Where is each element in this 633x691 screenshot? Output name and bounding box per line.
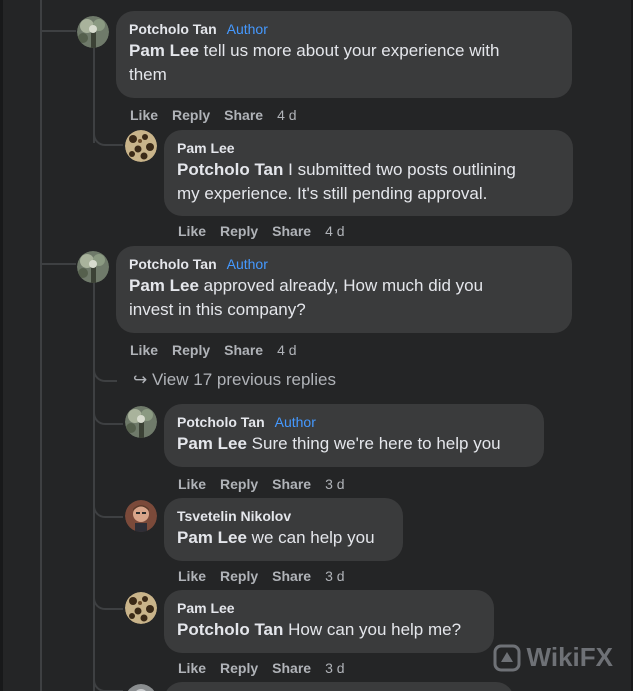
commenter-name[interactable]: Potcholo Tan: [177, 414, 265, 430]
reply-button[interactable]: Reply: [220, 660, 258, 676]
mention-link[interactable]: Pam Lee: [177, 528, 247, 547]
mention-link[interactable]: Potcholo Tan: [177, 160, 283, 179]
avatar[interactable]: [125, 592, 157, 624]
comment-text: Potcholo Tan How can you help me?: [177, 620, 462, 639]
comment-bubble: Pam Lee Potcholo Tan How can you help me…: [164, 590, 494, 653]
thread-line-outer: [40, 0, 42, 691]
commenter-name[interactable]: Potcholo Tan: [129, 21, 217, 37]
share-button[interactable]: Share: [272, 476, 311, 492]
comment-text: Pam Lee tell us more about your experien…: [129, 41, 500, 84]
avatar[interactable]: [125, 406, 157, 438]
like-button[interactable]: Like: [178, 660, 206, 676]
share-button[interactable]: Share: [272, 223, 311, 239]
like-button[interactable]: Like: [178, 568, 206, 584]
mention-link[interactable]: Pam Lee: [177, 434, 247, 453]
avatar[interactable]: [125, 500, 157, 532]
comment-bubble: Pam Lee Potcholo Tan I submitted two pos…: [164, 130, 573, 216]
thread-connector: [40, 30, 76, 32]
comment-actions: Like Reply Share 3 d: [178, 475, 359, 493]
commenter-name[interactable]: Pam Lee: [177, 140, 235, 156]
comment-text: Potcholo Tan I submitted two posts outli…: [177, 160, 516, 203]
thread-connector: [40, 263, 76, 265]
commenter-name[interactable]: Potcholo Tan: [129, 256, 217, 272]
like-button[interactable]: Like: [130, 342, 158, 358]
comment-bubble: Potcholo Tan Author Pam Lee tell us more …: [116, 11, 572, 98]
avatar[interactable]: [125, 130, 157, 162]
comment-actions: Like Reply Share 3 d: [178, 659, 359, 677]
mention-link[interactable]: Pam Lee: [129, 276, 199, 295]
author-badge: Author: [274, 414, 316, 430]
avatar[interactable]: [77, 16, 109, 48]
commenter-name[interactable]: Tsvetelin Nikolov: [177, 508, 291, 524]
commenter-name[interactable]: Pam Lee: [177, 600, 235, 616]
reply-button[interactable]: Reply: [220, 568, 258, 584]
reply-button[interactable]: Reply: [220, 476, 258, 492]
thread-connector: [93, 666, 123, 691]
timestamp[interactable]: 3 d: [325, 568, 344, 584]
timestamp[interactable]: 4 d: [277, 342, 296, 358]
reply-button[interactable]: Reply: [172, 107, 210, 123]
timestamp[interactable]: 4 d: [277, 107, 296, 123]
share-button[interactable]: Share: [272, 568, 311, 584]
watermark: WikiFX: [493, 642, 613, 673]
thread-connector: [93, 590, 123, 610]
thread-connector: [93, 362, 117, 382]
thread-line-inner: [93, 282, 95, 691]
thread-connector: [93, 498, 123, 518]
comment-actions: Like Reply Share 4 d: [130, 341, 311, 359]
timestamp[interactable]: 4 d: [325, 223, 344, 239]
avatar[interactable]: [125, 684, 157, 691]
reply-button[interactable]: Reply: [220, 223, 258, 239]
comment-thread: Potcholo Tan Author Pam Lee tell us more …: [3, 0, 631, 691]
comment-bubble: Potcholo Tan Author Pam Lee Sure thing we…: [164, 404, 544, 467]
avatar[interactable]: [77, 251, 109, 283]
comment-bubble: Potcholo Tan Author Pam Lee approved alre…: [116, 246, 572, 333]
watermark-text: WikiFX: [526, 642, 613, 672]
author-badge: Author: [226, 256, 268, 272]
comment-text: Pam Lee we can help you: [177, 528, 375, 547]
like-button[interactable]: Like: [130, 107, 158, 123]
share-button[interactable]: Share: [224, 342, 263, 358]
comment-actions: Like Reply Share 3 d: [178, 567, 359, 585]
view-previous-replies-link[interactable]: ↪ View 17 previous replies: [133, 369, 336, 391]
like-button[interactable]: Like: [178, 223, 206, 239]
like-button[interactable]: Like: [178, 476, 206, 492]
comment-bubble: Tsvetelin Nikolov Pam Lee we can help yo…: [164, 498, 403, 561]
reply-button[interactable]: Reply: [172, 342, 210, 358]
comment-bubble: [164, 682, 514, 691]
mention-link[interactable]: Potcholo Tan: [177, 620, 283, 639]
reply-arrow-icon: ↪: [133, 370, 148, 389]
wikifx-logo-icon: [493, 644, 521, 671]
timestamp[interactable]: 3 d: [325, 476, 344, 492]
timestamp[interactable]: 3 d: [325, 660, 344, 676]
comment-text: Pam Lee Sure thing we're here to help yo…: [177, 434, 501, 453]
comment-actions: Like Reply Share 4 d: [178, 222, 359, 240]
thread-connector: [93, 405, 123, 425]
thread-connector: [93, 126, 123, 146]
author-badge: Author: [226, 21, 268, 37]
comment-actions: Like Reply Share 4 d: [130, 106, 311, 124]
mention-link[interactable]: Pam Lee: [129, 41, 199, 60]
share-button[interactable]: Share: [224, 107, 263, 123]
share-button[interactable]: Share: [272, 660, 311, 676]
comment-text: Pam Lee approved already, How much did y…: [129, 276, 484, 319]
